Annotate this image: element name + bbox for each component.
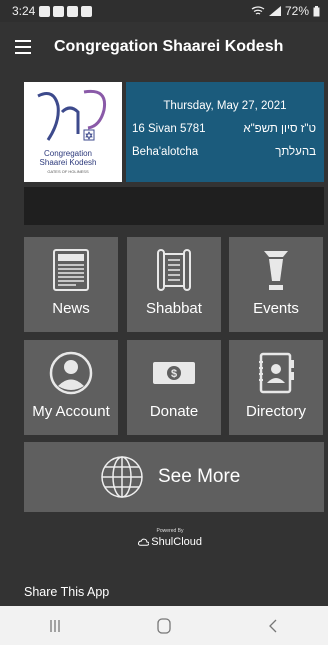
powered-by-text: Powered By <box>156 528 184 534</box>
gregorian-date: Thursday, May 27, 2021 <box>163 100 287 112</box>
see-more-button[interactable]: See More <box>24 442 324 512</box>
congregation-logo: Congregation Shaarei Kodesh GATES OF HOL… <box>24 82 122 182</box>
cloud-icon <box>138 538 150 546</box>
tile-label: My Account <box>32 403 110 420</box>
newspaper-icon <box>53 249 89 291</box>
tile-shabbat[interactable]: Shabbat <box>127 237 221 332</box>
logo-mark-icon <box>37 89 107 141</box>
logo-subtext: GATES OF HOLINESS <box>47 169 89 174</box>
tile-directory[interactable]: Directory <box>229 340 323 435</box>
tile-label: Donate <box>149 403 199 420</box>
tile-label: Directory <box>245 403 306 420</box>
logo-text: Congregation Shaarei Kodesh <box>39 149 97 167</box>
tile-events[interactable]: Events <box>229 237 323 332</box>
user-avatar-icon <box>49 351 93 395</box>
tile-news[interactable]: News <box>24 237 118 332</box>
address-book-icon <box>259 352 294 394</box>
hebrew-date-english: 16 Sivan 5781 <box>132 123 206 135</box>
status-time: 3:24 <box>12 4 36 18</box>
tile-label: Events <box>253 300 299 317</box>
banner-area <box>24 187 324 225</box>
page-title: Congregation Shaarei Kodesh <box>54 38 284 55</box>
recents-button[interactable] <box>35 611 75 641</box>
status-bar: 3:24 72% <box>0 0 328 22</box>
recents-icon <box>50 619 60 632</box>
powered-by-shulcloud[interactable]: Powered By ShulCloud <box>138 528 202 552</box>
svg-text:$: $ <box>171 368 177 380</box>
see-more-label: See More <box>158 466 241 487</box>
back-icon <box>269 619 277 632</box>
battery-icon <box>313 5 320 16</box>
share-this-app-link[interactable]: Share This App <box>24 585 109 599</box>
tile-label: News <box>52 300 90 317</box>
tile-label: Shabbat <box>146 300 202 317</box>
notification-icons <box>39 5 93 17</box>
date-panel: Thursday, May 27, 2021 16 Sivan 5781 ט"ז… <box>126 82 324 182</box>
home-button[interactable] <box>144 611 184 641</box>
header-card: Congregation Shaarei Kodesh GATES OF HOL… <box>24 82 324 182</box>
parsha-english: Beha'alotcha <box>132 146 199 158</box>
globe-icon <box>101 456 143 498</box>
drink-icon <box>264 251 288 290</box>
torah-scroll-icon <box>157 249 191 291</box>
tile-donate[interactable]: $ Donate <box>127 340 221 435</box>
dollar-bill-icon: $ <box>153 362 195 384</box>
parsha-hebrew: בהעלתך <box>275 146 316 158</box>
app-bar: Congregation Shaarei Kodesh <box>0 22 328 72</box>
shulcloud-brand: ShulCloud <box>151 536 202 548</box>
hebrew-date-hebrew: ט"ז סיון תשפ"א <box>243 123 316 135</box>
wifi-icon <box>251 6 265 15</box>
home-icon <box>157 617 171 634</box>
back-button[interactable] <box>253 611 293 641</box>
battery-level: 72% <box>284 4 309 18</box>
tile-my-account[interactable]: My Account <box>24 340 118 435</box>
signal-icon <box>268 6 281 16</box>
menu-icon[interactable] <box>0 22 46 72</box>
system-nav-bar <box>0 606 328 645</box>
